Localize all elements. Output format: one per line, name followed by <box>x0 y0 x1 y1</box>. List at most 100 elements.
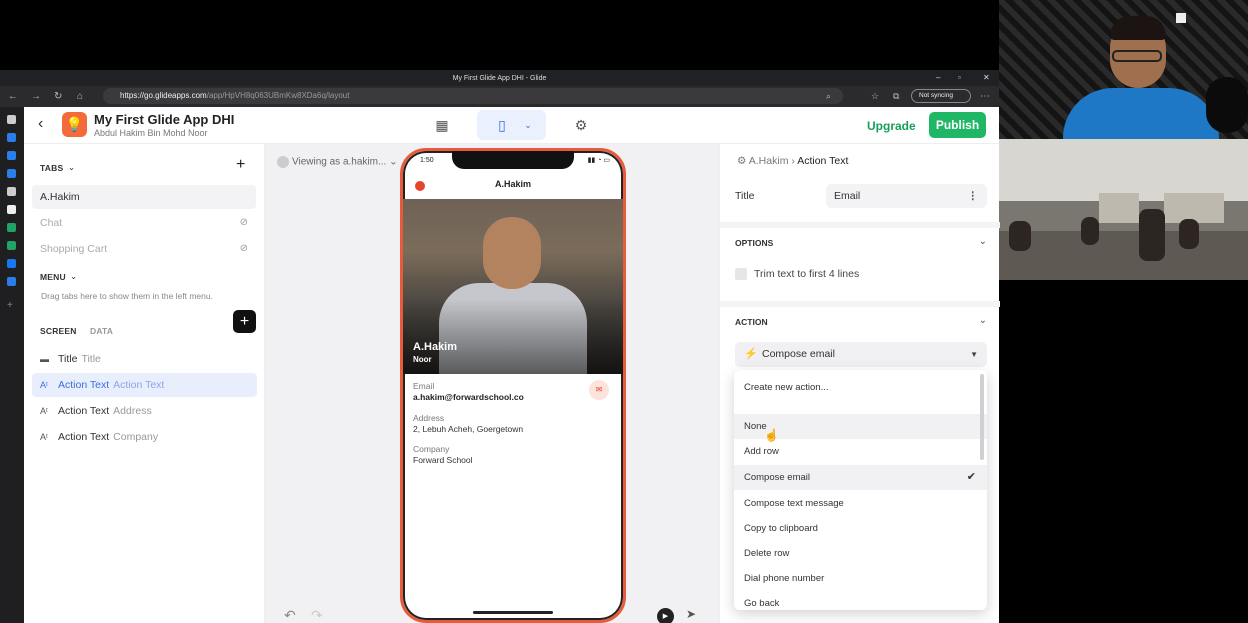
forward-arrow-icon[interactable]: → <box>31 91 41 102</box>
play-icon[interactable]: ▶ <box>657 608 674 623</box>
component-value: Address <box>113 405 152 417</box>
title-column-select[interactable]: Email ⋮ <box>826 184 987 208</box>
action-option-compose-text[interactable]: Compose text message <box>734 491 987 516</box>
upgrade-button[interactable]: Upgrade <box>867 119 916 133</box>
redo-icon[interactable]: ↷ <box>311 607 323 623</box>
reload-icon[interactable]: ↻ <box>54 91 62 102</box>
mail-icon[interactable]: ✉ <box>589 380 609 400</box>
sidebar-icon[interactable] <box>7 277 16 286</box>
close-icon[interactable]: ✕ <box>983 73 990 82</box>
settings-icon[interactable]: ⚙ <box>570 114 592 136</box>
layout-view-button[interactable]: ▯ ⌄ <box>477 110 546 140</box>
zoom-icon[interactable]: ⌕ <box>826 91 831 102</box>
hidden-eye-icon[interactable]: ⊘ <box>240 237 248 261</box>
option-label: Compose email <box>744 472 810 483</box>
sidebar-icon[interactable] <box>7 169 16 178</box>
kebab-menu-icon[interactable]: ⋮ <box>968 184 979 208</box>
title-component-icon: ▬ <box>40 354 49 364</box>
tab-item-a-hakim[interactable]: A.Hakim <box>32 185 256 209</box>
sidebar-icon[interactable] <box>7 241 16 250</box>
favorites-icon[interactable]: ☆ <box>871 91 879 102</box>
chevron-down-icon[interactable]: ⌄ <box>68 162 75 173</box>
options-header[interactable]: OPTIONS <box>735 238 773 248</box>
sidebar-icon[interactable] <box>7 133 16 142</box>
lightbulb-icon[interactable]: 💡 <box>62 112 87 137</box>
action-header[interactable]: ACTION <box>735 317 768 327</box>
field-label-company: Company <box>413 444 450 454</box>
action-option-create[interactable]: Create new action... <box>734 375 987 400</box>
tab-item-chat[interactable]: Chat ⊘ <box>32 211 256 235</box>
sidebar-icon[interactable] <box>7 115 16 124</box>
cursor-tool-icon[interactable]: ➤ <box>686 607 696 621</box>
section-divider <box>720 222 1000 228</box>
chevron-down-icon[interactable]: ⌄ <box>979 236 987 247</box>
mouse-pointer-icon: ☝ <box>764 428 779 442</box>
action-option-go-back[interactable]: Go back <box>734 591 987 610</box>
action-option-dial-phone[interactable]: Dial phone number <box>734 566 987 591</box>
sync-status-button[interactable]: Not syncing <box>911 89 971 103</box>
trim-text-label: Trim text to first 4 lines <box>754 268 860 280</box>
component-action-text-email[interactable]: Aᵗ Action Text Action Text <box>32 373 257 397</box>
checkmark-icon: ✔ <box>966 471 976 483</box>
url-path: /app/HpVH8q063UBmKw8XDa6q/layout <box>206 91 350 100</box>
component-title[interactable]: ▬ Title Title <box>32 347 257 371</box>
tab-label: A.Hakim <box>40 191 80 203</box>
back-icon[interactable]: ‹ <box>38 115 43 133</box>
component-action-text-address[interactable]: Aᵗ Action Text Address <box>32 399 257 423</box>
action-option-add-row[interactable]: Add row <box>734 439 987 464</box>
tab-item-shopping-cart[interactable]: Shopping Cart ⊘ <box>32 237 256 261</box>
chevron-down-icon[interactable]: ⌄ <box>979 315 987 326</box>
action-option-compose-email[interactable]: Compose email ✔ <box>734 465 987 490</box>
screen-tab[interactable]: SCREEN <box>40 326 77 336</box>
more-menu-icon[interactable]: ⋯ <box>980 91 990 102</box>
action-selected-value: Compose email <box>762 348 835 360</box>
action-dropdown: Create new action... None Add row Compos… <box>734 370 987 610</box>
minimize-icon[interactable]: – <box>936 73 940 82</box>
add-icon[interactable]: + <box>7 301 16 311</box>
field-value-company[interactable]: Forward School <box>413 455 473 465</box>
chevron-down-icon: ⌄ <box>524 120 532 130</box>
field-value-address[interactable]: 2, Lebuh Acheh, Goergetown <box>413 424 523 434</box>
option-label: Create new action... <box>744 382 829 393</box>
menu-hint: Drag tabs here to show them in the left … <box>41 291 213 301</box>
field-value-email[interactable]: a.hakim@forwardschool.co <box>413 392 524 402</box>
breadcrumb-parent[interactable]: A.Hakim <box>749 155 789 167</box>
undo-icon[interactable]: ↶ <box>284 607 296 623</box>
action-select[interactable]: ⚡ Compose email ▼ <box>735 342 987 367</box>
sidebar-icon[interactable] <box>7 151 16 160</box>
back-arrow-icon[interactable]: ← <box>8 91 18 102</box>
trim-text-checkbox[interactable] <box>735 268 747 280</box>
add-tab-icon[interactable]: + <box>236 156 245 174</box>
home-indicator <box>473 611 553 614</box>
component-action-text-company[interactable]: Aᵗ Action Text Company <box>32 425 257 449</box>
data-table-icon[interactable]: ▦ <box>431 114 453 136</box>
window-title: My First Glide App DHI - Glide <box>452 74 547 82</box>
viewing-as-selector[interactable]: Viewing as a.hakim... ⌄ <box>277 156 397 168</box>
chevron-down-icon[interactable]: ⌄ <box>70 271 77 282</box>
sidebar-icon[interactable] <box>7 187 16 196</box>
home-icon[interactable]: ⌂ <box>77 91 83 102</box>
breadcrumb: ⚙ A.Hakim › Action Text <box>737 155 848 167</box>
editor-header: ‹ 💡 My First Glide App DHI Abdul Hakim B… <box>24 107 999 144</box>
maximize-icon[interactable]: ▫ <box>958 73 961 82</box>
tabs-header[interactable]: TABS <box>40 163 63 173</box>
sidebar-icon[interactable] <box>7 259 16 268</box>
action-text-icon: Aᵗ <box>40 432 48 442</box>
dropdown-scrollbar[interactable] <box>980 374 984 460</box>
sidebar-icon[interactable] <box>7 205 16 214</box>
url-field[interactable]: https://go.glideapps.com/app/HpVH8q063UB… <box>103 88 843 104</box>
component-value: Title <box>81 353 101 365</box>
action-option-delete-row[interactable]: Delete row <box>734 541 987 566</box>
menu-header[interactable]: MENU <box>40 272 66 282</box>
option-label: Delete row <box>744 548 790 559</box>
phone-preview[interactable]: 1:50 ▮▮ ◔ ▭ A.Hakim A.Hakim Noor Email a… <box>400 148 626 623</box>
sidebar-icon[interactable] <box>7 223 16 232</box>
collections-icon[interactable]: ⧉ <box>893 91 899 102</box>
hidden-eye-icon[interactable]: ⊘ <box>240 211 248 235</box>
screen-title: A.Hakim <box>494 179 531 189</box>
add-component-button[interactable]: + <box>233 310 256 333</box>
action-option-copy-clipboard[interactable]: Copy to clipboard <box>734 516 987 541</box>
profile-photo: A.Hakim Noor <box>403 199 623 374</box>
publish-button[interactable]: Publish <box>929 112 986 138</box>
data-tab[interactable]: DATA <box>90 326 113 336</box>
